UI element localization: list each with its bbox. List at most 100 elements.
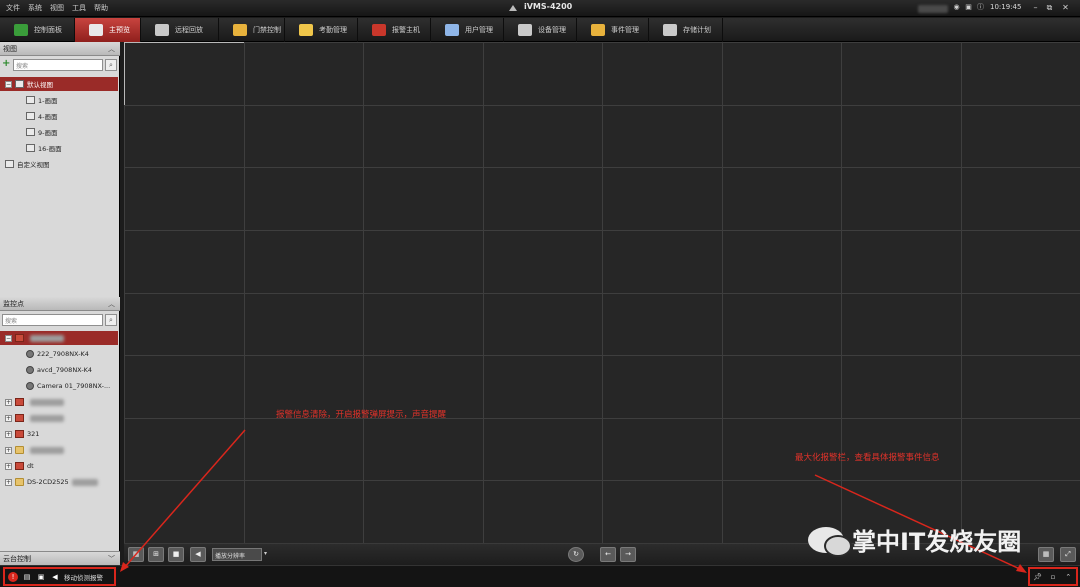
alarm-image-icon[interactable]: ▣ (36, 572, 46, 582)
expand-icon[interactable]: + (5, 398, 12, 406)
view-search-input[interactable]: 搜索 (13, 59, 103, 71)
layout-4-icon[interactable]: ▦ (128, 547, 144, 562)
video-window[interactable] (363, 167, 484, 231)
video-window[interactable] (482, 355, 603, 419)
video-window[interactable] (124, 480, 245, 544)
tab-playback[interactable]: 远程回放 (141, 18, 219, 42)
video-window[interactable] (841, 104, 962, 169)
video-window[interactable] (243, 104, 364, 169)
video-window[interactable] (482, 229, 603, 294)
view-tree-item[interactable]: 16-画面 (0, 141, 118, 155)
video-window[interactable] (124, 167, 245, 231)
video-window[interactable] (124, 104, 245, 169)
expand-icon[interactable]: + (5, 414, 12, 422)
view-tree-item[interactable]: 自定义视图 (0, 157, 118, 171)
refresh-icon[interactable]: ↻ (568, 547, 584, 562)
volume-icon[interactable]: ◀ (190, 547, 206, 562)
video-window[interactable] (363, 104, 484, 169)
video-window[interactable] (124, 229, 245, 294)
video-window[interactable] (841, 229, 962, 294)
expand-icon[interactable]: − (5, 334, 12, 342)
search-icon[interactable]: ⌕ (105, 314, 117, 326)
camera-tree-item[interactable]: + DS-2CD2525 (0, 475, 118, 489)
restore-icon[interactable]: ⧉ (1044, 2, 1055, 13)
lock-icon[interactable]: ▣ (964, 3, 973, 12)
video-window[interactable] (721, 417, 842, 482)
menu-tools[interactable]: 工具 (72, 3, 86, 13)
video-window[interactable] (602, 167, 723, 231)
camera-search-input[interactable]: 搜索 (2, 314, 103, 326)
view-tree-item[interactable]: − 默认视图 (0, 77, 118, 91)
sound-icon[interactable]: ◀ (50, 572, 60, 582)
video-window[interactable] (363, 229, 484, 294)
video-window[interactable] (841, 417, 962, 482)
video-window[interactable] (482, 167, 603, 231)
next-page-icon[interactable]: → (620, 547, 636, 562)
view-panel-header[interactable]: 视图 ︿ (0, 42, 120, 56)
expand-icon[interactable]: + (5, 462, 12, 470)
video-window[interactable] (363, 292, 484, 357)
add-view-icon[interactable]: + (2, 59, 11, 71)
menu-file[interactable]: 文件 (6, 3, 20, 13)
tab-alarm-host[interactable]: 报警主机 (358, 18, 431, 42)
user-account[interactable] (918, 5, 948, 13)
video-window[interactable] (124, 292, 245, 357)
video-window[interactable] (602, 42, 723, 106)
video-window[interactable] (363, 417, 484, 482)
video-window[interactable] (960, 229, 1080, 294)
video-window[interactable] (721, 167, 842, 231)
chevron-up-icon[interactable]: ︿ (108, 44, 115, 54)
globe-icon[interactable]: ◉ (952, 3, 961, 12)
stop-all-icon[interactable]: ■ (168, 547, 184, 562)
video-window[interactable] (124, 42, 245, 106)
tab-user[interactable]: 用户管理 (431, 18, 504, 42)
video-window[interactable] (960, 104, 1080, 169)
video-window[interactable] (602, 292, 723, 357)
camera-tree-item[interactable]: avcd_7908NX-K4 (0, 363, 118, 377)
fullscreen-icon[interactable]: ⤢ (1060, 547, 1076, 562)
video-window[interactable] (602, 480, 723, 544)
expand-icon[interactable]: + (5, 478, 12, 486)
pin-icon[interactable]: 📌︎ (1033, 573, 1043, 581)
camera-tree-item[interactable]: − (0, 331, 118, 345)
expand-icon[interactable]: ⌃ (1063, 573, 1073, 581)
tab-event[interactable]: 事件管理 (577, 18, 649, 42)
video-window[interactable] (363, 480, 484, 544)
video-window[interactable] (602, 417, 723, 482)
camera-tree-item[interactable]: +321 (0, 427, 118, 441)
video-window[interactable] (602, 355, 723, 419)
video-window[interactable] (482, 292, 603, 357)
video-window[interactable] (602, 229, 723, 294)
video-window[interactable] (482, 104, 603, 169)
dropdown-arrow-icon[interactable]: ▾ (264, 550, 267, 557)
video-window[interactable] (243, 42, 364, 106)
video-window[interactable] (841, 292, 962, 357)
expand-icon[interactable]: + (5, 446, 12, 454)
menu-view[interactable]: 视图 (50, 3, 64, 13)
video-window[interactable] (841, 167, 962, 231)
video-window[interactable] (124, 417, 245, 482)
expand-icon[interactable]: + (5, 430, 12, 438)
camera-tree-item[interactable]: + (0, 443, 118, 457)
search-icon[interactable]: ⌕ (105, 59, 117, 71)
video-window[interactable] (721, 355, 842, 419)
video-window[interactable] (960, 355, 1080, 419)
view-tree-item[interactable]: 1-画面 (0, 93, 118, 107)
alarm-clear-icon[interactable]: ! (8, 571, 18, 582)
video-window[interactable] (124, 355, 245, 419)
chevron-down-icon[interactable]: ﹀ (108, 554, 115, 564)
video-window[interactable] (721, 292, 842, 357)
video-window[interactable] (721, 42, 842, 106)
video-window[interactable] (960, 417, 1080, 482)
tab-device[interactable]: 设备管理 (504, 18, 577, 42)
camera-tree-item[interactable]: + (0, 411, 118, 425)
video-window[interactable] (482, 42, 603, 106)
camera-panel-header[interactable]: 监控点 ︿ (0, 297, 120, 311)
maximize-icon[interactable]: ▫ (1048, 573, 1058, 581)
expand-icon[interactable]: − (5, 80, 12, 88)
video-window[interactable] (841, 355, 962, 419)
chevron-up-icon[interactable]: ︿ (108, 299, 115, 309)
menu-system[interactable]: 系统 (28, 3, 42, 13)
video-window[interactable] (960, 292, 1080, 357)
tab-grid[interactable]: 控制面板 (0, 18, 75, 42)
